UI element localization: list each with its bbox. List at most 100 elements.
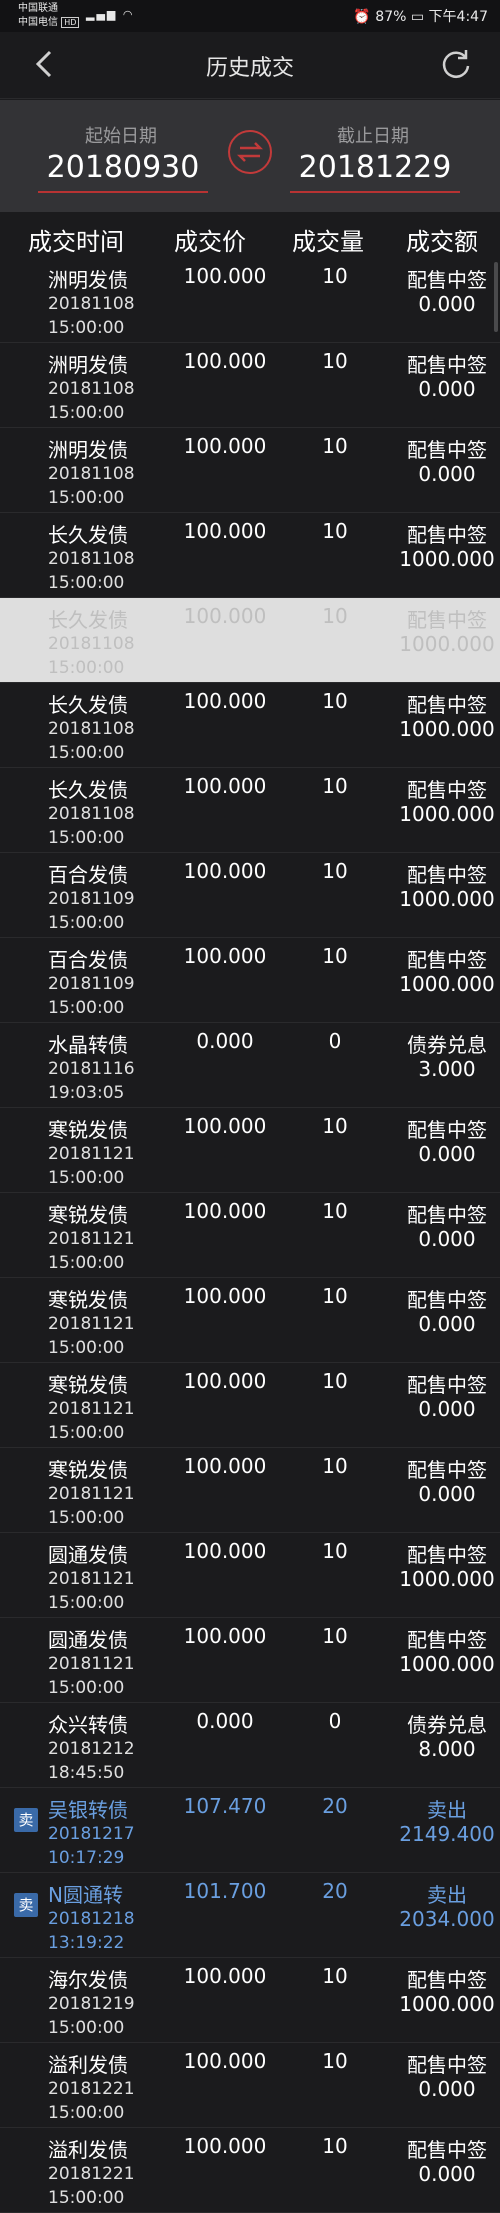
trade-kind: 配售中签 <box>407 1543 487 1567</box>
trade-qty: 10 <box>322 519 348 543</box>
trade-date: 20181121 <box>48 1484 135 1504</box>
trade-time: 15:00:00 <box>48 2188 125 2208</box>
table-row[interactable]: 寒锐发债 20181121 15:00:00 100.000 10 配售中签 0.000 <box>0 1278 500 1363</box>
trade-date: 20181109 <box>48 974 135 994</box>
carrier-2: 中国电信 <box>18 17 58 28</box>
trade-kind: 配售中签 <box>407 2053 487 2077</box>
table-row[interactable]: 长久发债 20181108 15:00:00 100.000 10 配售中签 1000.00… <box>0 598 500 683</box>
trade-name: 海尔发债 <box>48 1968 128 1992</box>
table-row[interactable]: 寒锐发债 20181121 15:00:00 100.000 10 配售中签 0.000 <box>0 1448 500 1533</box>
trade-amount: 1000.000 <box>399 1567 495 1591</box>
trade-time: 15:00:00 <box>48 2103 125 2123</box>
table-row[interactable]: 寒锐发债 20181121 15:00:00 100.000 10 配售中签 0.000 <box>0 1193 500 1278</box>
table-row[interactable]: 众兴转债 20181212 18:45:50 0.000 0 债券兑息 8.000 <box>0 1703 500 1788</box>
status-right: ⏰ 87% ▭ 下午4:47 <box>353 6 488 26</box>
trade-time: 15:00:00 <box>48 658 125 678</box>
refresh-button[interactable] <box>438 46 474 82</box>
trade-qty: 10 <box>322 604 348 628</box>
header-time[interactable]: 成交时间 <box>28 222 124 257</box>
table-row[interactable]: 水晶转债 20181116 19:03:05 0.000 0 债券兑息 3.000 <box>0 1023 500 1108</box>
table-row[interactable]: 洲明发债 20181108 15:00:00 100.000 10 配售中签 0.000 <box>0 343 500 428</box>
table-row[interactable]: 溢利发债 20181221 15:00:00 100.000 10 配售中签 0.000 <box>0 2043 500 2128</box>
trade-kind: 配售中签 <box>407 353 487 377</box>
trade-qty: 10 <box>322 1539 348 1563</box>
trade-amount: 1000.000 <box>399 1992 495 2016</box>
trade-time: 15:00:00 <box>48 1678 125 1698</box>
trade-time: 15:00:00 <box>48 828 125 848</box>
trade-price: 100.000 <box>183 264 267 288</box>
table-row[interactable]: 长久发债 20181108 15:00:00 100.000 10 配售中签 1000.00… <box>0 768 500 853</box>
sell-badge: 卖 <box>14 1893 38 1917</box>
sell-badge: 卖 <box>14 1808 38 1832</box>
trade-qty: 10 <box>322 264 348 288</box>
trade-amount: 1000.000 <box>399 717 495 741</box>
table-row[interactable]: 溢利发债 20181221 15:00:00 100.000 10 配售中签 0.000 <box>0 2128 500 2213</box>
trade-date: 20181121 <box>48 1144 135 1164</box>
trade-name: 百合发债 <box>48 948 128 972</box>
trade-amount: 1000.000 <box>399 972 495 996</box>
trade-amount: 2034.000 <box>399 1907 495 1931</box>
swap-icon <box>236 142 264 162</box>
trade-date: 20181121 <box>48 1569 135 1589</box>
start-date-field[interactable]: 20180930 <box>38 150 208 193</box>
nav-bar: 历史成交 <box>0 32 500 99</box>
table-row[interactable]: 寒锐发债 20181121 15:00:00 100.000 10 配售中签 0.000 <box>0 1363 500 1448</box>
trade-amount: 1000.000 <box>399 887 495 911</box>
trade-date: 20181108 <box>48 719 135 739</box>
trade-name: 吴银转债 <box>48 1798 128 1822</box>
trade-kind: 配售中签 <box>407 778 487 802</box>
scrollbar[interactable] <box>494 262 498 332</box>
swap-dates-button[interactable] <box>228 130 272 174</box>
trade-amount: 8.000 <box>418 1737 476 1761</box>
table-row[interactable]: 洲明发债 20181108 15:00:00 100.000 10 配售中签 0.000 <box>0 428 500 513</box>
trade-price: 100.000 <box>183 1624 267 1648</box>
trade-date: 20181108 <box>48 379 135 399</box>
trade-time: 15:00:00 <box>48 573 125 593</box>
table-row[interactable]: 百合发债 20181109 15:00:00 100.000 10 配售中签 1000.00… <box>0 938 500 1023</box>
table-row[interactable]: 卖 N圆通转 20181218 13:19:22 101.700 20 卖出 2034.000 <box>0 1873 500 1958</box>
trade-date: 20181121 <box>48 1314 135 1334</box>
trade-time: 15:00:00 <box>48 1593 125 1613</box>
header-qty[interactable]: 成交量 <box>292 222 364 257</box>
trade-kind: 配售中签 <box>407 268 487 292</box>
trade-price: 0.000 <box>196 1709 254 1733</box>
table-row[interactable]: 长久发债 20181108 15:00:00 100.000 10 配售中签 1000.00… <box>0 683 500 768</box>
trade-time: 15:00:00 <box>48 1338 125 1358</box>
trade-date: 20181219 <box>48 1994 135 2014</box>
trade-kind: 配售中签 <box>407 1118 487 1142</box>
table-row[interactable]: 圆通发债 20181121 15:00:00 100.000 10 配售中签 1000.00… <box>0 1618 500 1703</box>
trade-amount: 0.000 <box>418 1227 476 1251</box>
trade-date: 20181108 <box>48 549 135 569</box>
trade-name: 长久发债 <box>48 693 128 717</box>
trade-date: 20181108 <box>48 634 135 654</box>
table-row[interactable]: 圆通发债 20181121 15:00:00 100.000 10 配售中签 1000.00… <box>0 1533 500 1618</box>
table-row[interactable]: 百合发债 20181109 15:00:00 100.000 10 配售中签 1000.00… <box>0 853 500 938</box>
battery-percent: 87% <box>375 9 407 25</box>
table-row[interactable]: 洲明发债 20181108 15:00:00 100.000 10 配售中签 0.000 <box>0 258 500 343</box>
trade-price: 107.470 <box>183 1794 267 1818</box>
hd-badge: HD <box>61 17 80 28</box>
trade-kind: 配售中签 <box>407 523 487 547</box>
end-date-field[interactable]: 20181229 <box>290 150 460 193</box>
table-row[interactable]: 长久发债 20181108 15:00:00 100.000 10 配售中签 1000.00… <box>0 513 500 598</box>
trade-price: 100.000 <box>183 604 267 628</box>
trade-name: 众兴转债 <box>48 1713 128 1737</box>
wifi-icon: ◠ <box>122 8 135 21</box>
trade-name: 长久发债 <box>48 523 128 547</box>
trade-price: 100.000 <box>183 1369 267 1393</box>
alarm-icon: ⏰ <box>353 9 371 25</box>
trade-kind: 配售中签 <box>407 693 487 717</box>
trade-qty: 10 <box>322 774 348 798</box>
header-amount[interactable]: 成交额 <box>406 222 478 257</box>
table-row[interactable]: 卖吴银转债 20181217 10:17:29 107.470 20 卖出 2149.400 <box>0 1788 500 1873</box>
trade-name: 寒锐发债 <box>48 1373 128 1397</box>
trade-name: 洲明发债 <box>48 268 128 292</box>
header-price[interactable]: 成交价 <box>174 222 246 257</box>
table-row[interactable]: 寒锐发债 20181121 15:00:00 100.000 10 配售中签 0.000 <box>0 1108 500 1193</box>
table-row[interactable]: 海尔发债 20181219 15:00:00 100.000 10 配售中签 1000.00… <box>0 1958 500 2043</box>
start-date-label: 起始日期 <box>85 126 157 147</box>
trade-name: 洲明发债 <box>48 438 128 462</box>
trade-time: 15:00:00 <box>48 1508 125 1528</box>
trade-date: 20181218 <box>48 1909 135 1929</box>
trade-list: 洲明发债 20181108 15:00:00 100.000 10 配售中签 0.000 洲明… <box>0 258 500 2213</box>
